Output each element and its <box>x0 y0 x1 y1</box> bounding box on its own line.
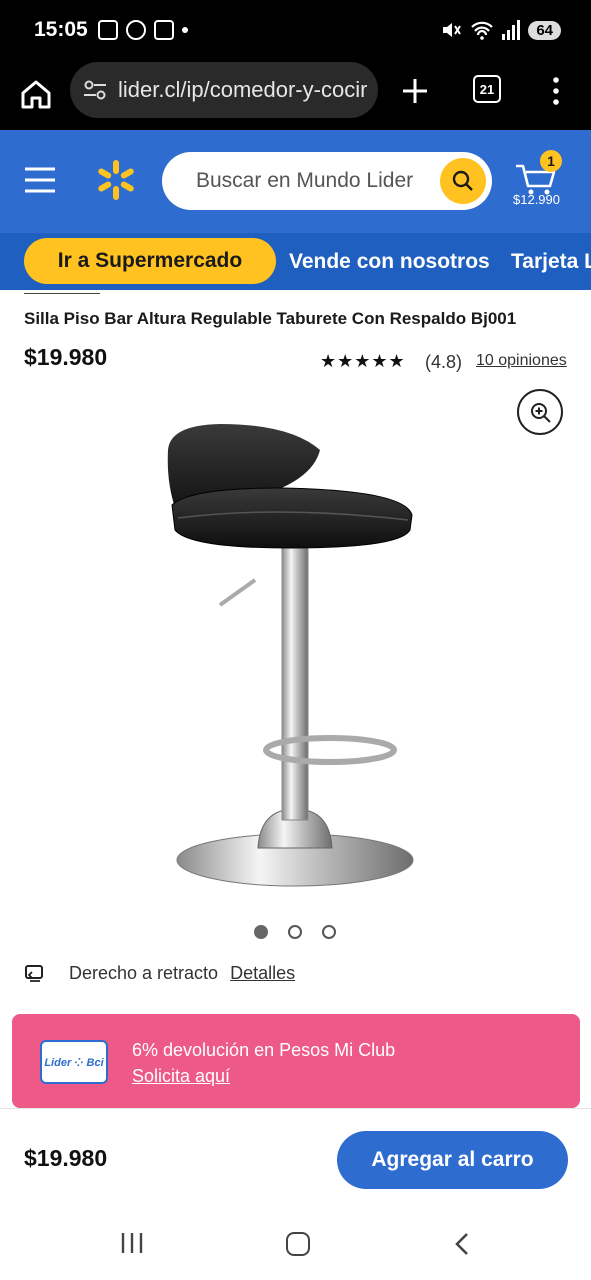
product-title: Silla Piso Bar Altura Regulable Taburete… <box>24 309 517 328</box>
browser-toolbar: lider.cl/ip/comedor-y-cocir 21 <box>0 62 591 130</box>
back-icon[interactable] <box>452 1232 472 1256</box>
search-placeholder: Buscar en Mundo Lider <box>196 169 414 192</box>
hamburger-menu-icon[interactable] <box>24 166 56 194</box>
mute-icon <box>443 23 462 37</box>
cart-total[interactable]: $12.990 <box>513 192 560 207</box>
promo-text: 6% devolución en Pesos Mi Club <box>132 1040 396 1060</box>
screenshot-icon <box>154 20 174 40</box>
system-navigation-bar <box>0 1214 591 1280</box>
pinwheel-icon <box>126 20 146 40</box>
new-tab-icon[interactable] <box>398 74 432 108</box>
promo-apply-link[interactable]: Solicita aquí <box>132 1066 230 1087</box>
lider-bci-logo: Lider ⁘ Bci <box>40 1040 108 1084</box>
carousel-dot-1[interactable] <box>254 925 268 939</box>
search-icon <box>452 170 473 191</box>
signal-icon <box>502 20 521 40</box>
return-policy-text: Derecho a retracto <box>69 962 219 983</box>
return-truck-icon <box>25 965 43 982</box>
reviews-link[interactable]: 10 opiniones <box>476 352 567 370</box>
supermarket-button[interactable]: Ir a Supermercado <box>24 238 276 284</box>
tab-switcher-button[interactable]: 21 <box>473 75 501 103</box>
home-icon[interactable] <box>18 76 54 112</box>
wifi-icon <box>471 21 494 40</box>
product-image[interactable] <box>160 410 430 900</box>
lider-spark-logo[interactable] <box>94 158 138 202</box>
status-left-icons <box>98 20 188 40</box>
status-right-icons: 64 <box>440 19 561 41</box>
image-carousel-dots <box>254 925 336 939</box>
add-to-cart-button[interactable]: Agregar al carro <box>337 1131 568 1189</box>
photo-icon <box>98 20 118 40</box>
rating-value[interactable]: (4.8) <box>425 352 462 373</box>
product-price: $19.980 <box>24 344 108 370</box>
zoom-in-icon <box>531 403 551 423</box>
battery-icon: 64 <box>528 20 561 40</box>
status-time: 15:05 <box>34 18 88 41</box>
rating-stars[interactable]: ★★★★★ <box>320 351 406 372</box>
carousel-dot-2[interactable] <box>288 925 302 939</box>
site-header: Buscar en Mundo Lider 1 $12.990 <box>0 130 591 233</box>
category-nav: Ir a Supermercado Vende con nosotros Tar… <box>0 233 591 290</box>
return-policy-details-link[interactable]: Detalles <box>230 963 295 984</box>
zoom-button[interactable] <box>517 389 563 435</box>
search-input[interactable]: Buscar en Mundo Lider <box>162 152 492 210</box>
sticky-price: $19.980 <box>24 1145 108 1171</box>
search-button[interactable] <box>440 158 486 204</box>
divider <box>0 1108 591 1109</box>
promo-banner[interactable]: Lider ⁘ Bci 6% devolución en Pesos Mi Cl… <box>12 1014 580 1108</box>
url-text[interactable]: lider.cl/ip/comedor-y-cocir <box>118 77 367 103</box>
carousel-dot-3[interactable] <box>322 925 336 939</box>
notification-dot-icon <box>182 27 188 33</box>
card-link[interactable]: Tarjeta L <box>511 250 591 274</box>
url-bar[interactable]: lider.cl/ip/comedor-y-cocir <box>70 62 378 118</box>
status-bar: 15:05 64 <box>0 0 591 62</box>
return-policy-row: Derecho a retracto Detalles <box>24 962 295 984</box>
recent-apps-icon[interactable] <box>120 1232 144 1254</box>
breadcrumb[interactable] <box>24 290 100 294</box>
cart-count-badge[interactable]: 1 <box>540 150 562 172</box>
site-settings-icon[interactable] <box>82 77 108 103</box>
sell-with-us-link[interactable]: Vende con nosotros <box>289 250 490 274</box>
browser-menu-icon[interactable] <box>548 74 564 108</box>
system-home-icon[interactable] <box>286 1232 310 1256</box>
